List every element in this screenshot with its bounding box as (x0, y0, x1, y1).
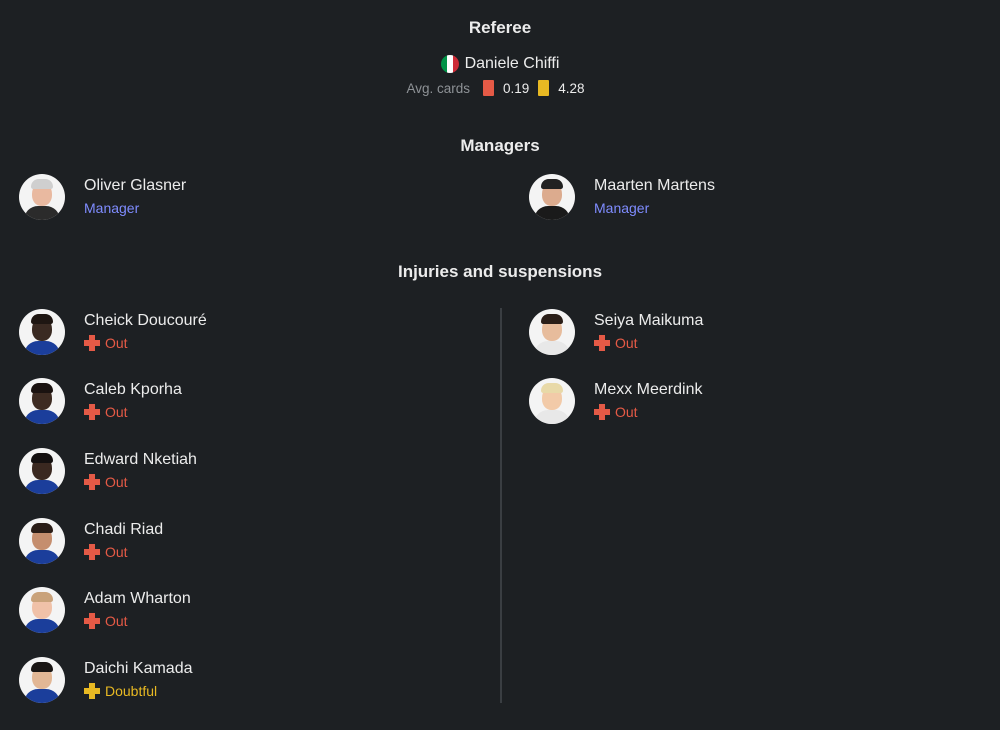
manager-name: Maarten Martens (594, 177, 715, 194)
injury-cross-icon (84, 404, 100, 420)
injury-status-label: Out (105, 613, 128, 629)
away-manager[interactable]: Maarten Martens Manager (529, 174, 715, 220)
player-avatar (529, 378, 575, 424)
manager-role: Manager (594, 200, 650, 216)
injuries-section-title: Injuries and suspensions (397, 262, 603, 281)
injury-cross-icon (84, 335, 100, 351)
managers-section-title: Managers (460, 136, 540, 155)
player-avatar (19, 587, 65, 633)
manager-name: Oliver Glasner (84, 177, 187, 194)
referee-name[interactable]: Daniele Chiffi (465, 55, 560, 73)
player-name: Adam Wharton (84, 590, 191, 607)
doubtful-cross-icon (84, 683, 100, 699)
player-avatar (19, 657, 65, 703)
injury-status: Out (84, 402, 182, 422)
injury-status-label: Out (615, 404, 638, 420)
red-cards-value: 0.19 (502, 80, 530, 96)
injury-row[interactable]: Mexx Meerdink Out (529, 378, 702, 424)
injury-status-label: Out (105, 335, 128, 351)
player-avatar (19, 448, 65, 494)
player-name: Chadi Riad (84, 521, 164, 538)
referee-section-title: Referee (468, 18, 532, 37)
player-avatar (529, 309, 575, 355)
injury-status: Out (594, 333, 703, 353)
injury-status: Out (84, 542, 163, 562)
player-avatar (19, 518, 65, 564)
injury-row[interactable]: Adam Wharton Out (19, 587, 191, 633)
injury-row[interactable]: Caleb Kporha Out (19, 378, 182, 424)
injury-status-label: Out (615, 335, 638, 351)
injury-row[interactable]: Chadi Riad Out (19, 518, 163, 564)
manager-role: Manager (84, 200, 140, 216)
referee-avg-cards: Avg. cards 0.19 4.28 (0, 80, 1000, 96)
injury-row[interactable]: Cheick Doucouré Out (19, 309, 207, 355)
injury-status-label: Doubtful (105, 683, 158, 699)
home-manager[interactable]: Oliver Glasner Manager (19, 174, 186, 220)
red-card-icon (482, 80, 494, 96)
injury-cross-icon (84, 613, 100, 629)
manager-avatar (529, 174, 575, 220)
yellow-card-icon (538, 80, 550, 96)
yellow-cards-value: 4.28 (558, 80, 585, 96)
player-name: Caleb Kporha (84, 381, 182, 398)
injury-status: Out (84, 611, 191, 631)
injury-cross-icon (594, 404, 610, 420)
injury-status-label: Out (105, 474, 128, 490)
manager-avatar (19, 174, 65, 220)
injury-status-label: Out (105, 404, 128, 420)
injury-status: Out (84, 333, 207, 353)
injury-status: Out (594, 402, 702, 422)
injury-row[interactable]: Edward Nketiah Out (19, 448, 197, 494)
player-name: Seiya Maikuma (594, 312, 704, 329)
injury-cross-icon (84, 544, 100, 560)
injury-cross-icon (594, 335, 610, 351)
italy-flag-icon (440, 55, 459, 73)
player-avatar (19, 309, 65, 355)
referee-row: Daniele Chiffi (0, 55, 1000, 73)
column-divider (500, 308, 502, 703)
player-name: Mexx Meerdink (594, 381, 703, 398)
player-name: Daichi Kamada (84, 660, 193, 677)
avg-cards-label: Avg. cards (406, 80, 470, 96)
player-avatar (19, 378, 65, 424)
player-name: Edward Nketiah (84, 451, 197, 468)
injury-status-label: Out (105, 544, 128, 560)
injury-row[interactable]: Seiya Maikuma Out (529, 309, 703, 355)
injury-status: Out (84, 472, 197, 492)
injury-cross-icon (84, 474, 100, 490)
player-name: Cheick Doucouré (84, 312, 207, 329)
injury-status: Doubtful (84, 681, 193, 701)
injury-row[interactable]: Daichi Kamada Doubtful (19, 657, 193, 703)
